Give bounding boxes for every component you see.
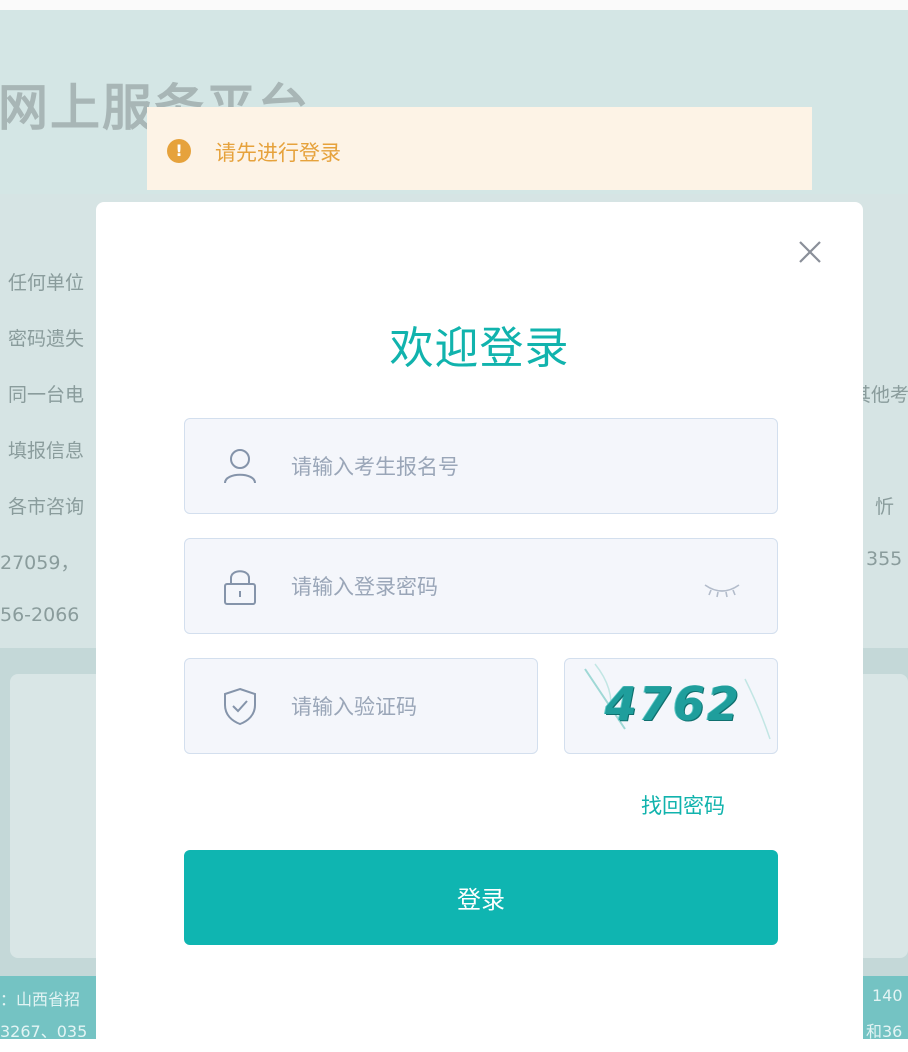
footer-line: 和36 xyxy=(866,1022,903,1041)
password-field[interactable] xyxy=(184,538,778,635)
close-button[interactable] xyxy=(792,234,828,270)
eye-closed-icon[interactable] xyxy=(701,573,743,603)
toast-message: 请先进行登录 xyxy=(215,141,341,165)
notice-line: 密码遗失 xyxy=(8,328,85,350)
captcha-image[interactable]: 4762 xyxy=(564,658,778,754)
modal-title: 欢迎登录 xyxy=(389,323,570,374)
footer-line: 140 xyxy=(872,986,903,1005)
warning-toast: ! 请先进行登录 xyxy=(147,107,812,190)
notice-line: 任何单位 xyxy=(8,272,85,294)
notice-line: 填报信息 xyxy=(8,440,85,462)
shield-check-icon xyxy=(224,687,256,726)
captcha-code: 4762 xyxy=(605,677,742,731)
notice-line: 同一台电 xyxy=(8,384,85,406)
warning-icon: ! xyxy=(167,139,191,163)
username-input[interactable] xyxy=(289,419,649,515)
login-button[interactable]: 登录 xyxy=(184,850,778,945)
user-icon xyxy=(224,449,256,484)
username-field[interactable] xyxy=(184,418,778,515)
notice-fragment: 355 xyxy=(866,548,903,570)
close-icon xyxy=(799,241,821,263)
footer-line: ：山西省招 xyxy=(0,990,81,1009)
lock-icon xyxy=(224,570,256,605)
notice-line: 各市咨询 xyxy=(8,496,85,518)
notice-line: 56-2066 xyxy=(0,604,80,626)
password-input[interactable] xyxy=(289,539,649,635)
login-modal: 欢迎登录 请输入考生报名号 请输入验证码 4762 找回密码 登录 xyxy=(96,202,863,1052)
captcha-input[interactable] xyxy=(289,659,505,755)
captcha-field[interactable] xyxy=(184,658,538,755)
top-strip xyxy=(0,0,908,10)
footer-line: 3267、035 xyxy=(0,1022,88,1041)
forgot-password-link[interactable]: 找回密码 xyxy=(641,790,725,820)
notice-line: 27059， xyxy=(0,552,80,574)
